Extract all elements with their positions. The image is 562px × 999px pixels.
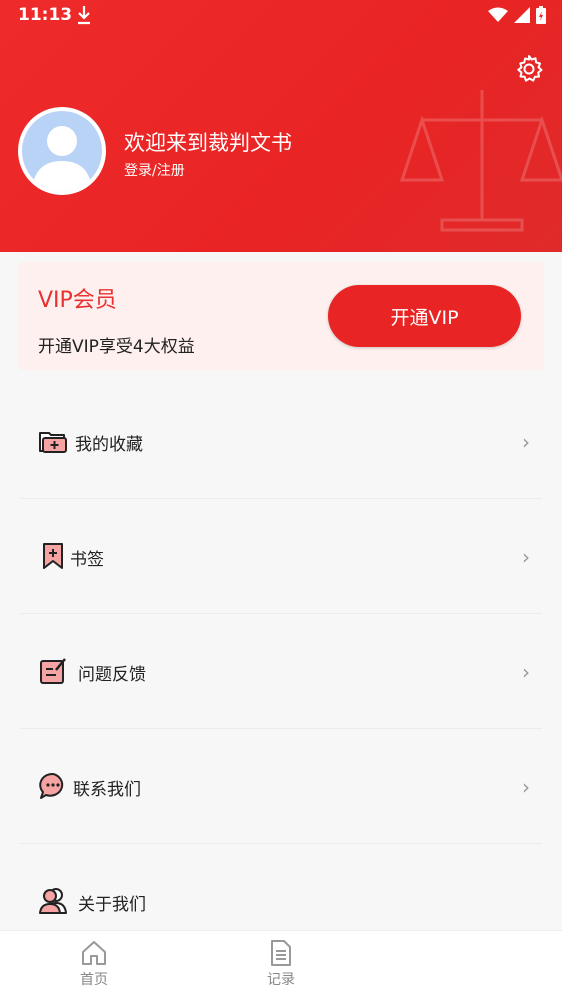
system-icons (488, 6, 546, 24)
menu-label-feedback: 问题反馈 (78, 665, 146, 685)
menu-label-favorites: 我的收藏 (75, 435, 143, 455)
chevron-right-icon: › (522, 660, 530, 684)
vip-card: VIP会员 开通VIP享受4大权益 开通VIP (18, 262, 544, 370)
battery-icon (536, 6, 546, 24)
scales-decoration (399, 90, 562, 232)
bookmark-icon (43, 543, 63, 569)
document-icon (271, 940, 291, 966)
tab-records[interactable]: 记录 (251, 939, 311, 989)
folder-icon (39, 432, 67, 453)
menu-item-contact[interactable]: 联系我们 › (20, 729, 542, 844)
default-user-icon (22, 111, 102, 191)
wifi-icon (488, 7, 508, 22)
status-time: 11:13 (18, 5, 73, 25)
menu-item-favorites[interactable]: 我的收藏 › (20, 384, 542, 499)
chevron-right-icon: › (522, 430, 530, 454)
chevron-right-icon: › (522, 775, 530, 799)
menu-item-bookmarks[interactable]: 书签 › (20, 499, 542, 614)
signal-icon (514, 7, 530, 23)
tab-home-label: 首页 (80, 972, 108, 988)
tab-home[interactable]: 首页 (64, 939, 124, 989)
chat-icon (39, 772, 64, 799)
home-icon (82, 941, 106, 965)
bottom-tab-bar: 首页 记录 (0, 930, 562, 999)
login-register-link[interactable]: 登录/注册 (124, 160, 185, 180)
menu-item-feedback[interactable]: 问题反馈 › (20, 614, 542, 729)
tab-records-label: 记录 (267, 972, 295, 988)
profile-header: 11:13 欢迎来到裁判文书 登录/注册 (0, 0, 562, 252)
open-vip-button[interactable]: 开通VIP (328, 285, 521, 347)
welcome-title: 欢迎来到裁判文书 (124, 131, 292, 155)
avatar[interactable] (18, 107, 106, 195)
settings-gear-icon[interactable] (514, 54, 544, 84)
chevron-right-icon: › (522, 545, 530, 569)
menu-list: 我的收藏 › 书签 › 问题反馈 › 联系我们 › 关于我们 (20, 384, 542, 959)
status-bar: 11:13 (0, 0, 562, 32)
users-icon (39, 888, 67, 914)
download-icon (78, 6, 90, 25)
menu-label-about: 关于我们 (78, 895, 146, 915)
feedback-icon (40, 658, 66, 684)
vip-title: VIP会员 (38, 288, 117, 313)
menu-label-bookmarks: 书签 (70, 550, 104, 570)
vip-subtitle: 开通VIP享受4大权益 (38, 337, 195, 357)
menu-label-contact: 联系我们 (73, 780, 141, 800)
